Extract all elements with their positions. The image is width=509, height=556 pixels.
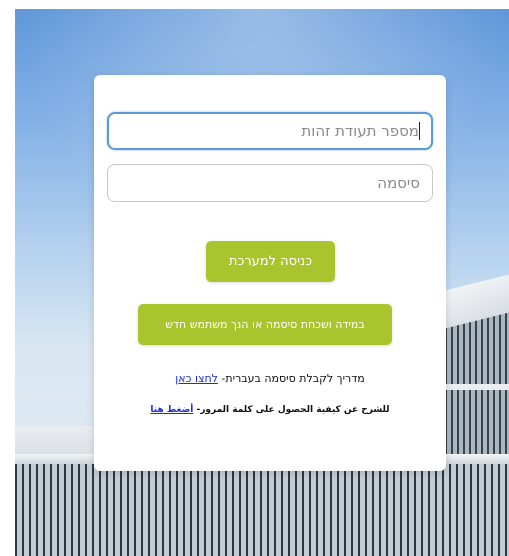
hebrew-guide-line: מדריך לקבלת סיסמה בעברית- לחצו כאן [94, 372, 446, 385]
building-band [439, 384, 509, 390]
password-input[interactable] [107, 164, 433, 202]
arabic-guide-link[interactable]: أضغط هنا [150, 405, 193, 415]
building-facade [15, 464, 509, 556]
id-number-input[interactable] [107, 112, 433, 150]
login-button[interactable]: כניסה למערכת [206, 241, 335, 282]
arabic-guide-line: للشرح عن كيفية الحصول على كلمة المرور- أ… [94, 405, 446, 415]
text-caret [419, 122, 420, 140]
hebrew-guide-link[interactable]: לחצו כאן [175, 372, 218, 385]
hebrew-guide-text: מדריך לקבלת סיסמה בעברית- [221, 372, 365, 385]
login-card: כניסה למערכת במידה ושכחת סיסמה או הנך מש… [94, 75, 446, 471]
arabic-guide-text: للشرح عن كيفية الحصول على كلمة المرور- [196, 405, 390, 415]
forgot-password-new-user-button[interactable]: במידה ושכחת סיסמה או הנך משתמש חדש [138, 304, 392, 345]
